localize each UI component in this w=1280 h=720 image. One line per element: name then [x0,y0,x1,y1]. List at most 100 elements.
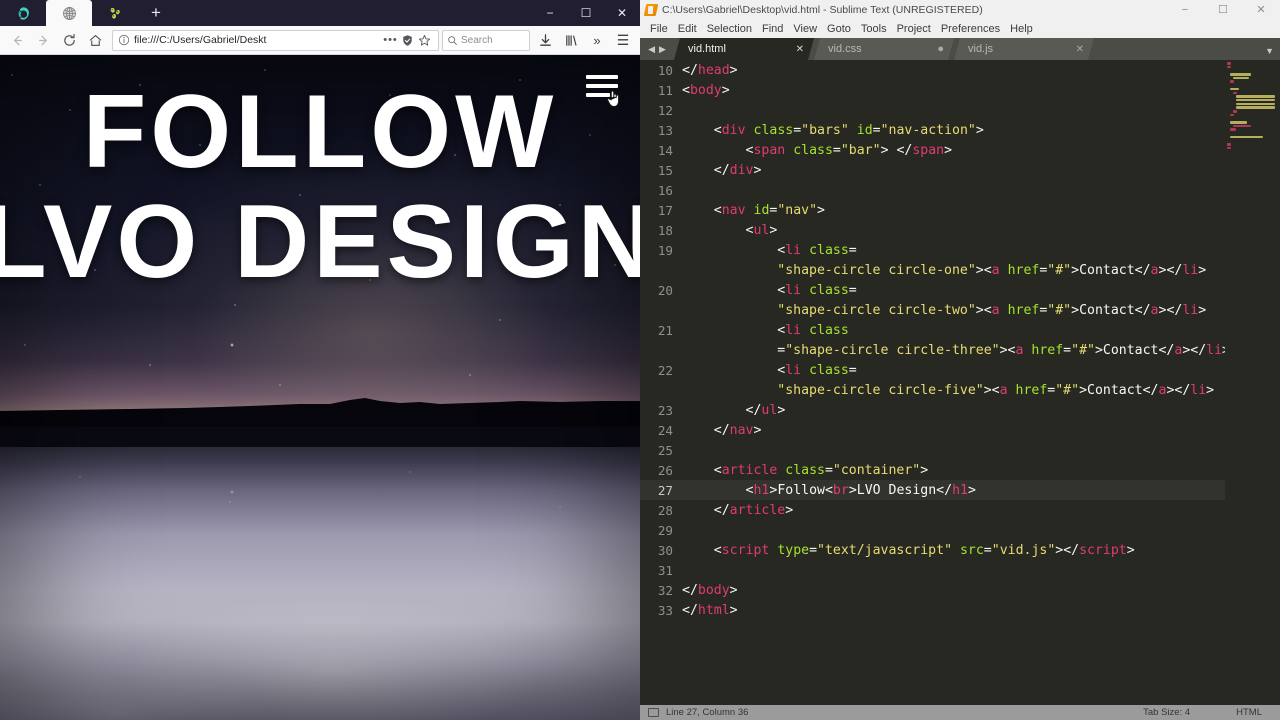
tab-size-status[interactable]: Tab Size: 4 [1143,707,1190,718]
menu-item-project[interactable]: Project [892,23,936,35]
code-text[interactable]: <nav id="nav"> [682,203,1225,218]
home-button[interactable] [82,27,108,53]
code-line[interactable]: 24 </nav> [640,420,1225,440]
app-menu-button[interactable]: ☰ [610,27,636,53]
code-line[interactable]: 23 </ul> [640,400,1225,420]
search-input[interactable]: Search [461,35,493,46]
menu-item-edit[interactable]: Edit [673,23,702,35]
code-text[interactable]: </head> [682,63,1225,78]
code-line[interactable]: 12 [640,100,1225,120]
code-text[interactable]: </html> [682,603,1225,618]
code-line[interactable]: 10 </head> [640,60,1225,80]
code-line[interactable]: 31 [640,560,1225,580]
code-line[interactable]: ="shape-circle circle-three"><a href="#"… [640,340,1225,360]
code-lines-container[interactable]: 10 </head> 11 <body> 12 13 <div class="bars" … [640,60,1225,705]
code-line[interactable]: 15 </div> [640,160,1225,180]
code-line[interactable]: 20 <li class= [640,280,1225,300]
code-line[interactable]: 22 <li class= [640,360,1225,380]
editor-tab-vid-css[interactable]: vid.css ● [814,38,954,60]
code-line[interactable]: 11 <body> [640,80,1225,100]
code-line[interactable]: 29 [640,520,1225,540]
code-editor-area[interactable]: 10 </head> 11 <body> 12 13 <div class="bars" … [640,60,1280,705]
code-text[interactable]: </ul> [682,403,1225,418]
new-tab-button[interactable]: + [138,0,174,26]
code-text[interactable]: "shape-circle circle-two"><a href="#">Co… [682,303,1225,318]
code-text[interactable]: ="shape-circle circle-three"><a href="#"… [682,343,1225,358]
browser-tab-2-active[interactable] [46,0,92,26]
code-text[interactable]: </body> [682,583,1225,598]
code-text[interactable]: </div> [682,163,1225,178]
code-line[interactable]: 32 </body> [640,580,1225,600]
code-text[interactable]: <script type="text/javascript" src="vid.… [682,543,1225,558]
code-line[interactable]: 13 <div class="bars" id="nav-action"> [640,120,1225,140]
code-line[interactable]: "shape-circle circle-five"><a href="#">C… [640,380,1225,400]
menu-item-preferences[interactable]: Preferences [936,23,1005,35]
syntax-status[interactable]: HTML [1236,707,1262,718]
code-line[interactable]: 19 <li class= [640,240,1225,260]
bookmark-star-icon[interactable] [416,34,433,47]
forward-button[interactable] [30,27,56,53]
code-text[interactable]: <div class="bars" id="nav-action"> [682,123,1225,138]
code-text[interactable]: <h1>Follow<br>LVO Design</h1> [682,483,1225,498]
editor-maximize-button[interactable]: ☐ [1204,0,1242,19]
code-line[interactable]: 14 <span class="bar"> </span> [640,140,1225,160]
code-line[interactable]: 17 <nav id="nav"> [640,200,1225,220]
editor-tab-modified-icon[interactable]: ● [937,43,944,55]
menu-item-help[interactable]: Help [1005,23,1038,35]
menu-item-view[interactable]: View [788,23,822,35]
editor-minimize-button[interactable]: − [1166,0,1204,19]
url-bar[interactable]: file:///C:/Users/Gabriel/Deskt ••• [112,29,439,51]
code-line[interactable]: 21 <li class [640,320,1225,340]
overflow-button[interactable]: » [584,27,610,53]
editor-tab-close-icon[interactable]: ✕ [1076,44,1084,55]
code-line[interactable]: 18 <ul> [640,220,1225,240]
code-text[interactable]: <span class="bar"> </span> [682,143,1225,158]
tab-next-icon[interactable]: ▶ [659,44,666,55]
browser-maximize-button[interactable]: ☐ [568,0,604,26]
code-text[interactable]: </nav> [682,423,1225,438]
tab-dropdown-icon[interactable]: ▼ [1265,46,1274,56]
code-line[interactable]: "shape-circle circle-two"><a href="#">Co… [640,300,1225,320]
downloads-button[interactable] [532,27,558,53]
search-box[interactable]: Search [442,29,530,51]
code-text[interactable]: <li class= [682,243,1225,258]
editor-close-button[interactable]: ✕ [1242,0,1280,19]
code-line[interactable]: 16 [640,180,1225,200]
browser-tab-1[interactable] [0,0,46,26]
code-text[interactable]: </article> [682,503,1225,518]
library-button[interactable] [558,27,584,53]
code-line[interactable]: 30 <script type="text/javascript" src="v… [640,540,1225,560]
code-text[interactable]: "shape-circle circle-five"><a href="#">C… [682,383,1225,398]
code-line[interactable]: 27 <h1>Follow<br>LVO Design</h1> [640,480,1225,500]
menu-item-tools[interactable]: Tools [856,23,892,35]
browser-minimize-button[interactable]: − [532,0,568,26]
code-text[interactable]: <li class= [682,283,1225,298]
browser-close-button[interactable]: ✕ [604,0,640,26]
editor-tab-vid-html[interactable]: vid.html ✕ [674,38,814,60]
code-text[interactable]: <body> [682,83,1225,98]
code-line[interactable]: "shape-circle circle-one"><a href="#">Co… [640,260,1225,280]
info-circle-icon[interactable] [118,34,130,46]
menu-item-selection[interactable]: Selection [702,23,757,35]
back-button[interactable] [4,27,30,53]
menu-item-file[interactable]: File [645,23,673,35]
code-text[interactable]: "shape-circle circle-one"><a href="#">Co… [682,263,1225,278]
code-line[interactable]: 25 [640,440,1225,460]
tab-scroll-arrows[interactable]: ◀ ▶ [640,38,674,60]
code-text[interactable]: <li class= [682,363,1225,378]
code-minimap[interactable] [1225,60,1280,705]
menu-item-goto[interactable]: Goto [822,23,856,35]
tab-prev-icon[interactable]: ◀ [648,44,655,55]
code-line[interactable]: 33 </html> [640,600,1225,620]
menu-item-find[interactable]: Find [757,23,788,35]
code-text[interactable]: <li class [682,323,1225,338]
url-text[interactable]: file:///C:/Users/Gabriel/Deskt [134,34,382,46]
shield-icon[interactable] [399,34,416,47]
reload-button[interactable] [56,27,82,53]
page-actions-button[interactable]: ••• [382,34,399,46]
code-line[interactable]: 28 </article> [640,500,1225,520]
code-text[interactable]: <ul> [682,223,1225,238]
browser-tab-3[interactable] [92,0,138,26]
code-line[interactable]: 26 <article class="container"> [640,460,1225,480]
editor-tab-close-icon[interactable]: ✕ [796,44,804,55]
